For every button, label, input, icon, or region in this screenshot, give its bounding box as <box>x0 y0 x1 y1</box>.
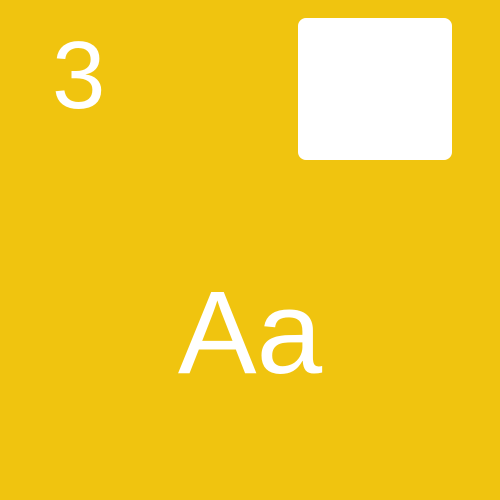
tile-number: 3 <box>52 22 106 129</box>
color-swatch <box>298 18 452 160</box>
sample-text: Aa <box>177 267 323 399</box>
color-tile: 3 Aa <box>0 0 500 500</box>
